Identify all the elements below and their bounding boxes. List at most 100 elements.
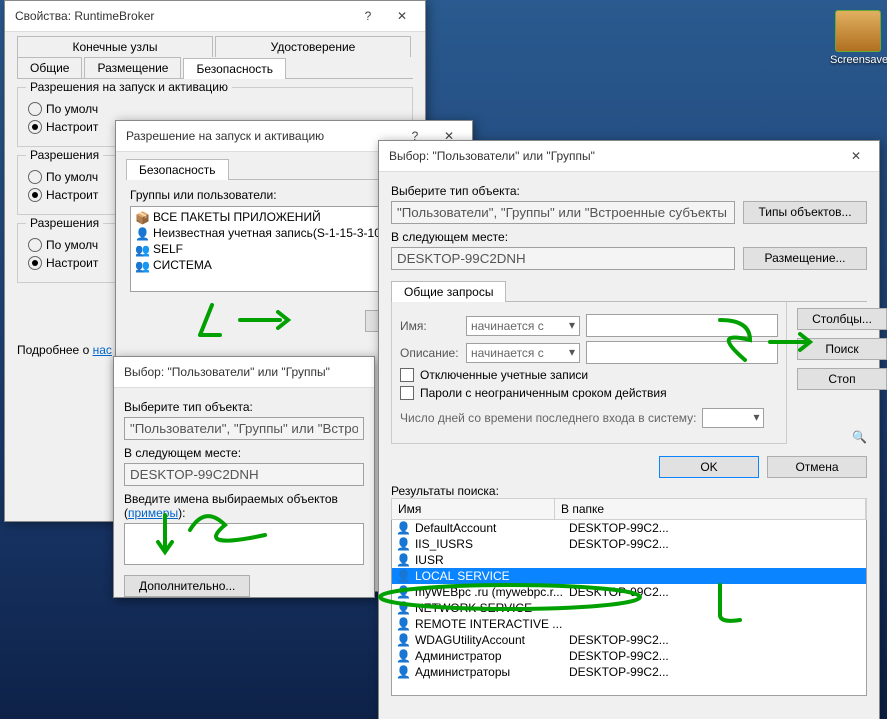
- group-title: Разрешения на запуск и активацию: [26, 80, 232, 94]
- user-icon: 👤: [396, 601, 411, 615]
- object-type-label: Выберите тип объекта:: [391, 184, 867, 198]
- location-button[interactable]: Размещение...: [743, 247, 867, 270]
- result-folder: DESKTOP-99C2...: [569, 537, 862, 551]
- magnifier-icon: 🔍: [797, 430, 867, 444]
- more-info-link[interactable]: нас: [93, 343, 112, 357]
- user-icon: 👤: [396, 553, 411, 567]
- result-name: Администраторы: [415, 665, 565, 679]
- help-button[interactable]: ?: [351, 9, 385, 23]
- name-mode-select[interactable]: начинается с: [466, 316, 580, 336]
- tab-common-queries[interactable]: Общие запросы: [391, 281, 506, 302]
- result-row[interactable]: 👤 IIS_IUSRS DESKTOP-99C2...: [392, 536, 866, 552]
- group-icon: 👥: [135, 259, 149, 271]
- titlebar: Свойства: RuntimeBroker ? ✕: [5, 1, 425, 32]
- result-row[interactable]: 👤 myWEBpc .ru (mywebpc.r... DESKTOP-99C2..…: [392, 584, 866, 600]
- result-folder: DESKTOP-99C2...: [569, 521, 862, 535]
- days-select[interactable]: [702, 408, 764, 428]
- window-title: Выбор: "Пользователи" или "Группы": [389, 149, 839, 163]
- results-header: Имя В папке: [391, 498, 867, 520]
- checkbox-pw-never-expires[interactable]: Пароли с неограниченным сроком действия: [400, 386, 778, 400]
- user-icon: 👤: [396, 537, 411, 551]
- result-row[interactable]: 👤 LOCAL SERVICE: [392, 568, 866, 584]
- group-title: Разрешения: [26, 148, 103, 162]
- result-name: LOCAL SERVICE: [415, 569, 565, 583]
- result-name: REMOTE INTERACTIVE ...: [415, 617, 565, 631]
- user-icon: 👤: [396, 521, 411, 535]
- group-icon: 👥: [135, 243, 149, 255]
- result-folder: DESKTOP-99C2...: [569, 585, 862, 599]
- desc-label: Описание:: [400, 346, 460, 360]
- tab-endpoints[interactable]: Конечные узлы: [17, 36, 213, 57]
- more-info-text: Подробнее о: [17, 343, 93, 357]
- user-icon: 👤: [396, 585, 411, 599]
- result-row[interactable]: 👤 NETWORK SERVICE: [392, 600, 866, 616]
- user-icon: 👤: [396, 633, 411, 647]
- advanced-button[interactable]: Дополнительно...: [124, 575, 250, 597]
- dialog-select-big: Выбор: "Пользователи" или "Группы" ✕ Выб…: [378, 140, 880, 719]
- cancel-button[interactable]: Отмена: [767, 456, 867, 478]
- result-name: IIS_IUSRS: [415, 537, 565, 551]
- result-row[interactable]: 👤 WDAGUtilityAccount DESKTOP-99C2...: [392, 632, 866, 648]
- results-list[interactable]: 👤 DefaultAccount DESKTOP-99C2... 👤 IIS_IUSRS…: [391, 520, 867, 696]
- checkbox-disabled-accounts[interactable]: Отключенные учетные записи: [400, 368, 778, 382]
- name-label: Имя:: [400, 319, 460, 333]
- tab-location[interactable]: Размещение: [84, 57, 181, 78]
- desktop-icon-label: Screensave: [830, 54, 886, 66]
- object-type-field: [124, 417, 364, 440]
- window-title: Выбор: "Пользователи" или "Группы": [124, 365, 368, 379]
- result-row[interactable]: 👤 DefaultAccount DESKTOP-99C2...: [392, 520, 866, 536]
- location-label: В следующем месте:: [391, 230, 867, 244]
- columns-button[interactable]: Столбцы...: [797, 308, 887, 330]
- result-name: DefaultAccount: [415, 521, 565, 535]
- col-name[interactable]: Имя: [392, 499, 555, 519]
- result-name: IUSR: [415, 553, 565, 567]
- window-title: Разрешение на запуск и активацию: [126, 129, 398, 143]
- winrar-icon: [835, 10, 881, 52]
- tab-security[interactable]: Безопасность: [126, 159, 229, 180]
- result-name: myWEBpc .ru (mywebpc.r...: [415, 585, 565, 599]
- location-label: В следующем месте:: [124, 446, 364, 460]
- desc-input[interactable]: [586, 341, 778, 364]
- object-types-button[interactable]: Типы объектов...: [743, 201, 867, 224]
- names-input[interactable]: [124, 523, 364, 565]
- dialog-select-small: Выбор: "Пользователи" или "Группы" Выбер…: [113, 356, 375, 598]
- col-folder[interactable]: В папке: [555, 499, 866, 519]
- result-row[interactable]: 👤АдминистраторDESKTOP-99C2...: [392, 648, 866, 664]
- tab-security[interactable]: Безопасность: [183, 58, 286, 79]
- radio-default-1[interactable]: По умолч: [28, 102, 402, 116]
- close-button[interactable]: ✕: [385, 9, 419, 23]
- stop-button[interactable]: Стоп: [797, 368, 887, 390]
- user-icon: 👤: [396, 569, 411, 583]
- desc-mode-select[interactable]: начинается с: [466, 343, 580, 363]
- location-field: [124, 463, 364, 486]
- name-input[interactable]: [586, 314, 778, 337]
- titlebar: Выбор: "Пользователи" или "Группы" ✕: [379, 141, 879, 172]
- location-field: [391, 247, 735, 270]
- ok-button[interactable]: OK: [659, 456, 759, 478]
- result-name: NETWORK SERVICE: [415, 601, 565, 615]
- result-folder: DESKTOP-99C2...: [569, 649, 862, 663]
- result-row[interactable]: 👤 Администраторы DESKTOP-99C2...: [392, 664, 866, 680]
- tab-identity[interactable]: Удостоверение: [215, 36, 411, 57]
- user-icon: 👤: [396, 665, 411, 679]
- result-name: WDAGUtilityAccount: [415, 633, 565, 647]
- object-type-field: [391, 201, 735, 224]
- result-row[interactable]: 👤 REMOTE INTERACTIVE ...: [392, 616, 866, 632]
- results-label: Результаты поиска:: [391, 484, 867, 498]
- group-title: Разрешения: [26, 216, 103, 230]
- user-icon: 👤: [396, 617, 411, 631]
- user-icon: 👤: [396, 649, 411, 663]
- tab-general[interactable]: Общие: [17, 57, 82, 78]
- result-folder: DESKTOP-99C2...: [569, 665, 862, 679]
- result-folder: DESKTOP-99C2...: [569, 633, 862, 647]
- examples-link[interactable]: примеры: [128, 506, 178, 520]
- user-icon: 👤: [135, 227, 149, 239]
- object-type-label: Выберите тип объекта:: [124, 400, 364, 414]
- desktop-icon-screensave[interactable]: Screensave: [830, 10, 886, 66]
- window-title: Свойства: RuntimeBroker: [15, 9, 351, 23]
- close-button[interactable]: ✕: [839, 149, 873, 163]
- result-row[interactable]: 👤 IUSR: [392, 552, 866, 568]
- titlebar: Выбор: "Пользователи" или "Группы": [114, 357, 374, 388]
- package-icon: 📦: [135, 211, 149, 223]
- search-button[interactable]: Поиск: [797, 338, 887, 360]
